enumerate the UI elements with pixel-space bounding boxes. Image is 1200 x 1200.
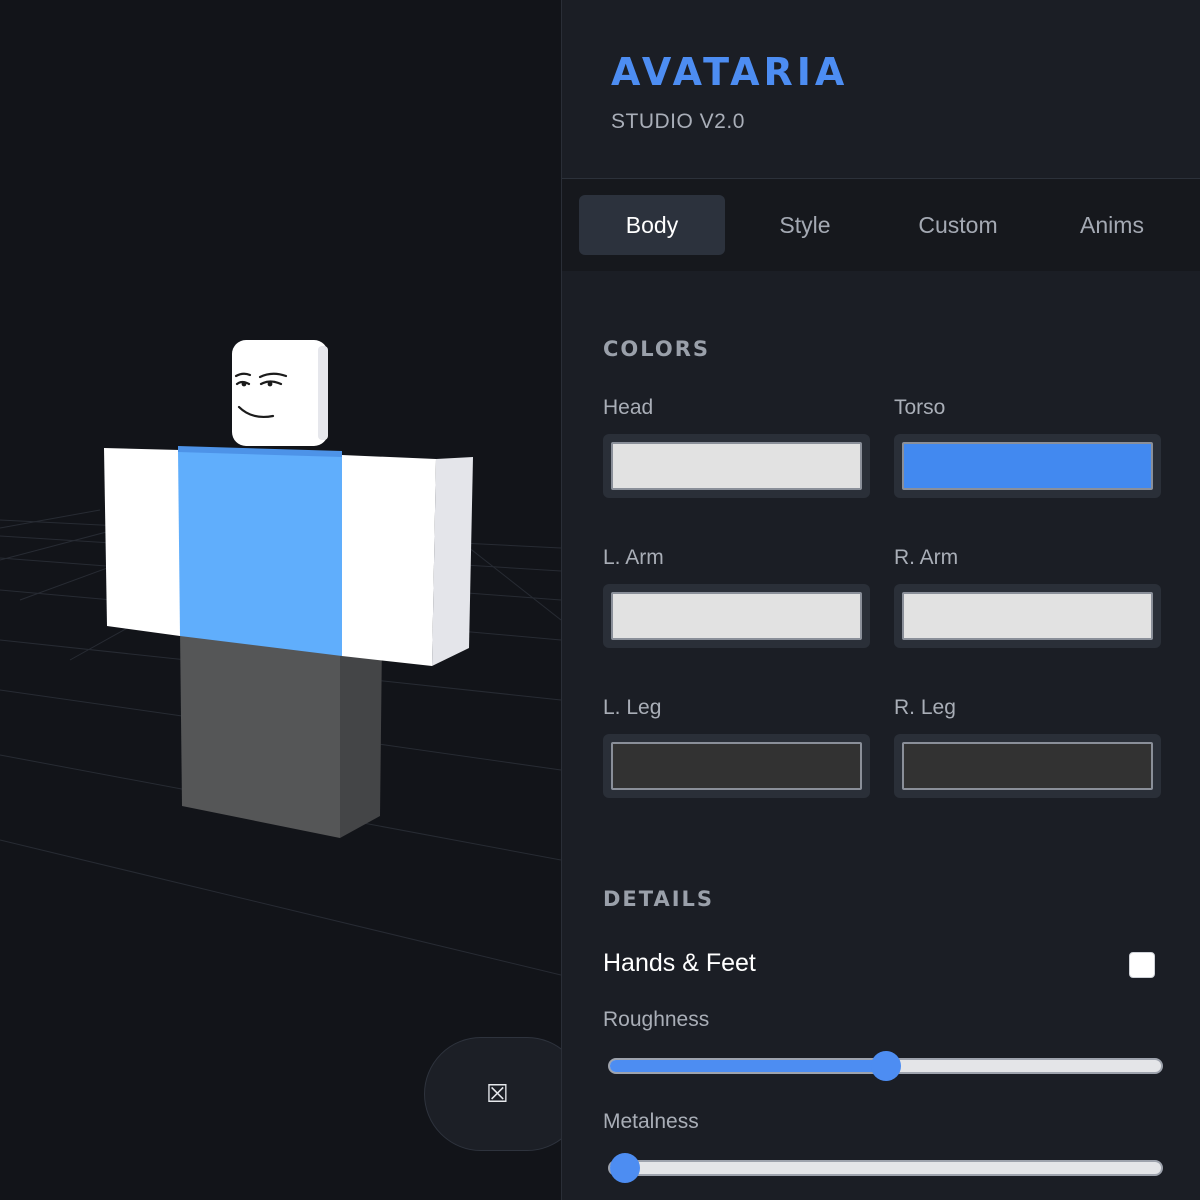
tab-custom[interactable]: Custom — [885, 195, 1031, 255]
hands-feet-label: Hands & Feet — [603, 949, 756, 977]
right-leg-color-label: R. Leg — [894, 696, 956, 719]
avatar-right-leg — [340, 640, 382, 838]
right-arm-color-picker[interactable] — [894, 584, 1161, 648]
metalness-slider[interactable] — [608, 1153, 1163, 1183]
tab-body[interactable]: Body — [579, 195, 725, 255]
avatar-left-arm — [104, 448, 180, 636]
brand-title: AVATARIA — [611, 50, 849, 94]
avatar-right-arm — [342, 455, 436, 666]
camera-toggle-button[interactable]: ⮽ — [424, 1037, 561, 1151]
left-arm-color-label: L. Arm — [603, 546, 664, 569]
brand-header: AVATARIA STUDIO V2.0 — [562, 0, 1200, 179]
right-leg-color-picker[interactable] — [894, 734, 1161, 798]
left-leg-color-label: L. Leg — [603, 696, 662, 719]
left-arm-color-swatch — [611, 592, 862, 640]
avatar-left-leg — [180, 630, 340, 838]
scene-canvas — [0, 340, 561, 976]
torso-color-swatch — [902, 442, 1153, 490]
torso-color-label: Torso — [894, 396, 946, 419]
torso-color-picker[interactable] — [894, 434, 1161, 498]
avatar-viewport[interactable]: ⮽ — [0, 0, 561, 1200]
left-arm-color-picker[interactable] — [603, 584, 870, 648]
tab-style[interactable]: Style — [732, 195, 878, 255]
right-leg-color-swatch — [902, 742, 1153, 790]
metalness-label: Metalness — [603, 1110, 699, 1133]
right-arm-color-label: R. Arm — [894, 546, 959, 569]
right-arm-color-swatch — [902, 592, 1153, 640]
roughness-label: Roughness — [603, 1008, 710, 1031]
roughness-slider-fill — [610, 1060, 886, 1072]
camera-icon: ⮽ — [487, 1079, 508, 1109]
tab-bar: Body Style Custom Anims — [562, 179, 1200, 271]
avatar-torso — [178, 450, 342, 656]
head-color-picker[interactable] — [603, 434, 870, 498]
left-leg-color-picker[interactable] — [603, 734, 870, 798]
editor-panel: AVATARIA STUDIO V2.0 Body Style Custom A… — [561, 0, 1200, 1200]
head-color-swatch — [611, 442, 862, 490]
hands-feet-checkbox[interactable] — [1129, 952, 1155, 978]
roughness-slider-thumb[interactable] — [870, 1051, 901, 1081]
left-leg-color-swatch — [611, 742, 862, 790]
head-color-label: Head — [603, 396, 654, 419]
metalness-slider-thumb[interactable] — [610, 1153, 640, 1183]
brand-subtitle: STUDIO V2.0 — [611, 110, 745, 133]
avatar-head — [232, 340, 328, 446]
app-root: ⮽ AVATARIA STUDIO V2.0 Body Style Custom… — [0, 0, 1200, 1200]
tab-anims[interactable]: Anims — [1039, 195, 1185, 255]
details-section-title: DETAILS — [603, 887, 715, 911]
colors-section-title: COLORS — [603, 337, 711, 361]
roughness-slider[interactable] — [608, 1051, 1163, 1081]
avatar-right-arm-side — [432, 457, 473, 666]
